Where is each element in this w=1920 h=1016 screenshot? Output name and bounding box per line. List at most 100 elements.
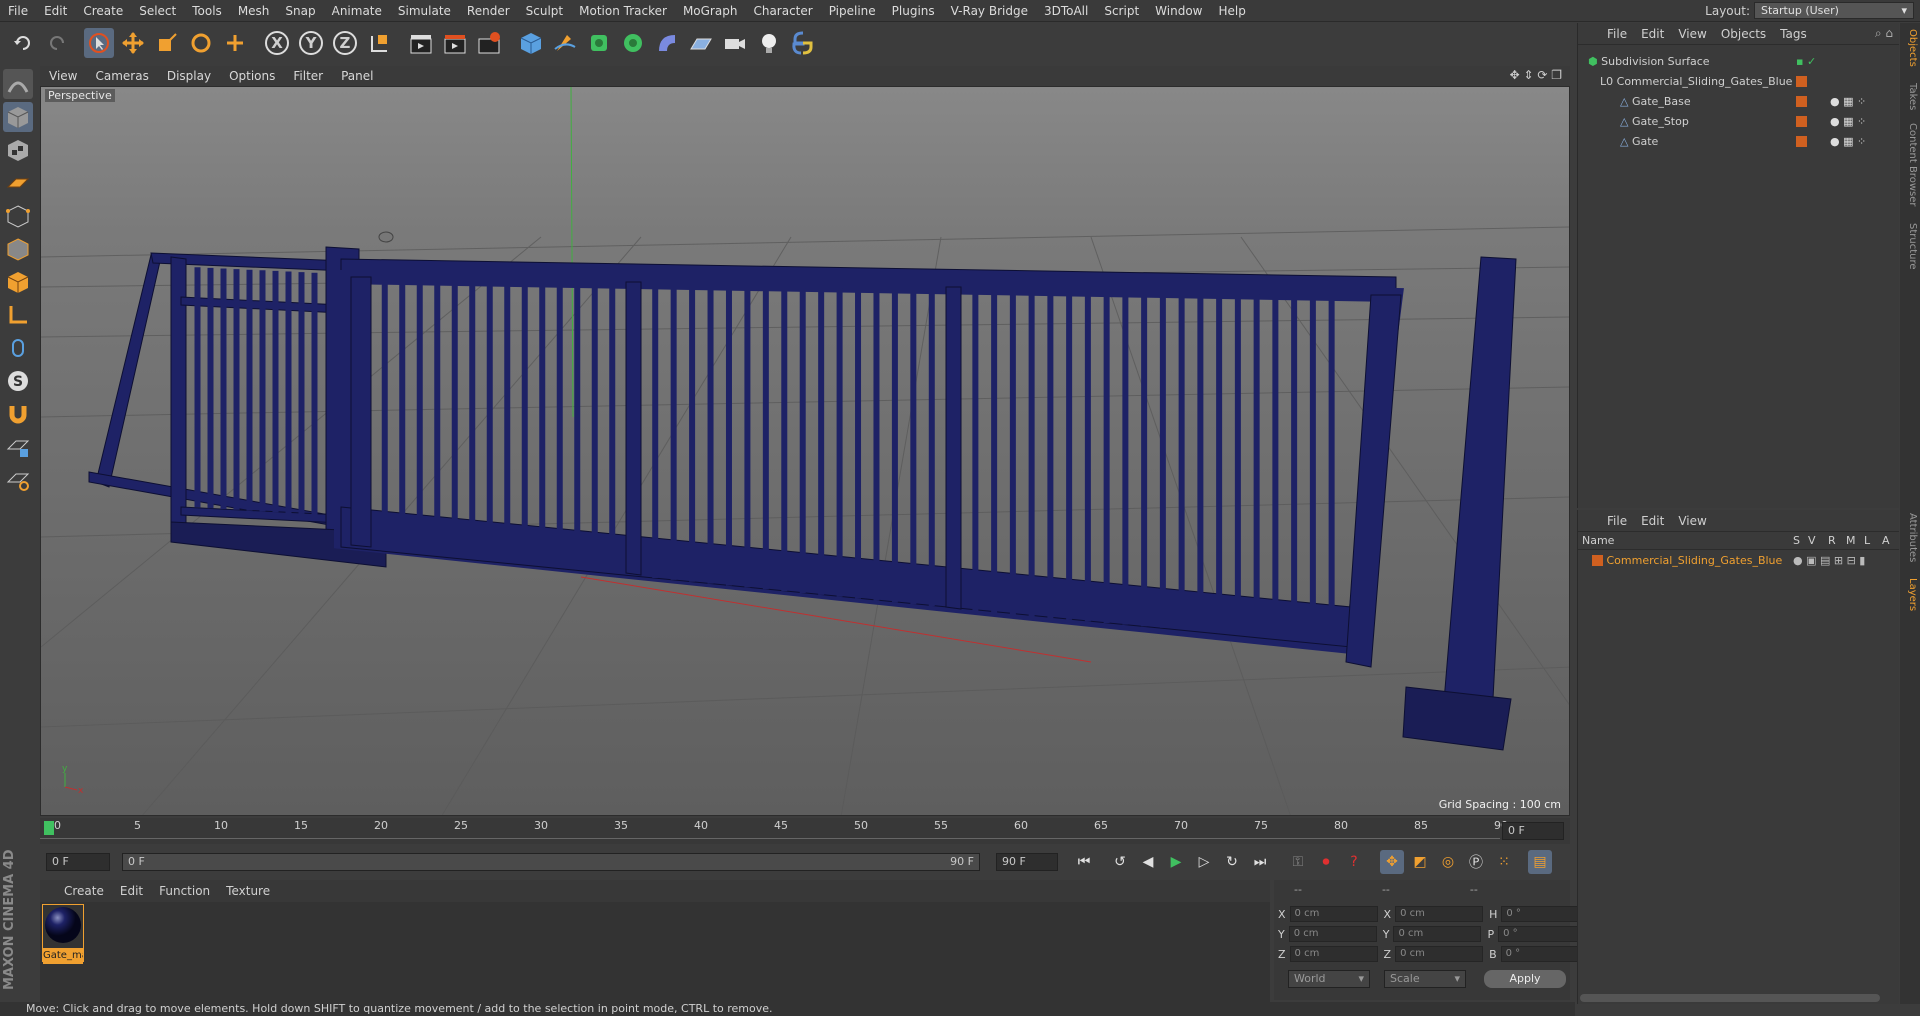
transform-mode-select[interactable]: Scale ▾ xyxy=(1384,970,1466,988)
keyframe-selection-button[interactable]: ⚿ xyxy=(1286,850,1310,874)
material-menu-function[interactable]: Function xyxy=(151,884,218,898)
cube-primitive-button[interactable] xyxy=(516,28,546,58)
viewport-menu-filter[interactable]: Filter xyxy=(284,69,332,83)
previous-key-button[interactable]: ↺ xyxy=(1108,850,1132,874)
size-y-field[interactable]: 0 cm xyxy=(1393,926,1482,942)
redo-button[interactable] xyxy=(42,28,72,58)
viewport-menu-cameras[interactable]: Cameras xyxy=(86,69,157,83)
position-x-field[interactable]: 0 cm xyxy=(1289,906,1378,922)
camera-button[interactable] xyxy=(720,28,750,58)
subdivision-button[interactable] xyxy=(584,28,614,58)
objects-menu-objects[interactable]: Objects xyxy=(1714,27,1773,41)
frame-range-slider[interactable]: 0 F 90 F xyxy=(122,853,980,871)
viewport-menu-panel[interactable]: Panel xyxy=(332,69,382,83)
layer-color-swatch[interactable] xyxy=(1796,95,1807,107)
cloner-button[interactable] xyxy=(618,28,648,58)
material-menu-edit[interactable]: Edit xyxy=(112,884,151,898)
layer-color-swatch[interactable] xyxy=(1796,115,1807,127)
object-row-gate-stop[interactable]: △ Gate_Stop ● ▦ ⁘ xyxy=(1578,111,1900,131)
planar-workplane-button[interactable] xyxy=(3,465,33,495)
objects-menu-tags[interactable]: Tags xyxy=(1773,27,1814,41)
tab-layers[interactable]: Layers xyxy=(1902,578,1918,611)
key-scale-button[interactable]: ◩ xyxy=(1408,850,1432,874)
menu-tools[interactable]: Tools xyxy=(184,0,230,22)
viewport-nav-icons[interactable]: ✥ ⇕ ⟳ ❐ xyxy=(1510,68,1562,82)
tab-objects[interactable]: Objects xyxy=(1902,29,1918,67)
tab-content-browser[interactable]: Content Browser xyxy=(1902,123,1918,206)
viewport-menu-view[interactable]: View xyxy=(40,69,86,83)
scale-tool-button[interactable] xyxy=(152,28,182,58)
viewport-menu-options[interactable]: Options xyxy=(220,69,284,83)
tab-structure[interactable]: Structure xyxy=(1902,223,1918,270)
z-axis-lock-button[interactable]: Z xyxy=(330,28,360,58)
object-row-subdivision-surface[interactable]: ⬢ Subdivision Surface ▪ ✓ xyxy=(1578,51,1900,71)
live-selection-button[interactable] xyxy=(84,28,114,58)
layer-color-swatch[interactable] xyxy=(1592,554,1603,566)
locked-workplane-button[interactable] xyxy=(3,432,33,462)
render-picture-viewer-button[interactable] xyxy=(440,28,470,58)
texture-mode-button[interactable] xyxy=(3,135,33,165)
key-pla-button[interactable]: ⁙ xyxy=(1492,850,1516,874)
go-to-start-button[interactable]: ⏮ xyxy=(1072,850,1096,874)
points-mode-button[interactable] xyxy=(3,201,33,231)
menu-mesh[interactable]: Mesh xyxy=(230,0,278,22)
layers-menu-view[interactable]: View xyxy=(1671,514,1713,528)
layers-menu-file[interactable]: File xyxy=(1600,514,1634,528)
rotation-p-field[interactable]: 0 ° xyxy=(1498,926,1587,942)
material-tag-icon[interactable]: ● ▦ ⁘ xyxy=(1830,135,1866,148)
menu-plugins[interactable]: Plugins xyxy=(884,0,943,22)
record-button[interactable]: ⏺ xyxy=(1314,850,1338,874)
menu-create[interactable]: Create xyxy=(75,0,131,22)
deformer-button[interactable] xyxy=(652,28,682,58)
undo-button[interactable] xyxy=(8,28,38,58)
search-icon[interactable]: ⌕ ⌂ xyxy=(1875,26,1899,41)
current-frame-field[interactable]: 0 F xyxy=(1502,822,1564,840)
recent-tool-button[interactable] xyxy=(220,28,250,58)
move-tool-button[interactable] xyxy=(118,28,148,58)
viewport-menu-display[interactable]: Display xyxy=(158,69,220,83)
layout-dropdown[interactable]: Startup (User) ▾ xyxy=(1754,2,1914,19)
start-frame-field[interactable]: 0 F xyxy=(46,853,110,871)
object-row-gate-base[interactable]: △ Gate_Base ● ▦ ⁘ xyxy=(1578,91,1900,111)
x-axis-lock-button[interactable]: X xyxy=(262,28,292,58)
tab-takes[interactable]: Takes xyxy=(1902,83,1918,110)
menu-file[interactable]: File xyxy=(0,0,36,22)
position-z-field[interactable]: 0 cm xyxy=(1289,946,1378,962)
render-settings-button[interactable] xyxy=(474,28,504,58)
coordinate-system-button[interactable] xyxy=(364,28,394,58)
objects-menu-file[interactable]: File xyxy=(1600,27,1634,41)
material-menu-texture[interactable]: Texture xyxy=(218,884,278,898)
y-axis-lock-button[interactable]: Y xyxy=(296,28,326,58)
make-editable-button[interactable] xyxy=(3,69,33,99)
layer-color-swatch[interactable] xyxy=(1796,75,1807,87)
pen-spline-button[interactable] xyxy=(550,28,580,58)
solo-mode-button[interactable]: S xyxy=(3,366,33,396)
position-y-field[interactable]: 0 cm xyxy=(1288,926,1377,942)
go-to-end-button[interactable]: ⏭ xyxy=(1248,850,1272,874)
layer-row[interactable]: Commercial_Sliding_Gates_Blue ● ▣ ▤ ⊞ ⊟ … xyxy=(1578,550,1899,570)
menu-window[interactable]: Window xyxy=(1147,0,1210,22)
light-button[interactable] xyxy=(754,28,784,58)
horizontal-scrollbar[interactable] xyxy=(1580,994,1880,1002)
layers-menu-edit[interactable]: Edit xyxy=(1634,514,1671,528)
auto-key-button[interactable]: ? xyxy=(1342,850,1366,874)
axis-mode-button[interactable] xyxy=(3,300,33,330)
menu-pipeline[interactable]: Pipeline xyxy=(821,0,884,22)
menu-snap[interactable]: Snap xyxy=(277,0,323,22)
floor-button[interactable] xyxy=(686,28,716,58)
play-button[interactable]: ▶ xyxy=(1164,850,1188,874)
menu-3dtoall[interactable]: 3DToAll xyxy=(1036,0,1096,22)
edges-mode-button[interactable] xyxy=(3,234,33,264)
menu-motion-tracker[interactable]: Motion Tracker xyxy=(571,0,675,22)
material-tag-icon[interactable]: ● ▦ ⁘ xyxy=(1830,115,1866,128)
menu-vray-bridge[interactable]: V-Ray Bridge xyxy=(943,0,1036,22)
object-row-commercial-sliding-gates-blue[interactable]: L0 Commercial_Sliding_Gates_Blue xyxy=(1578,71,1900,91)
next-key-button[interactable]: ↻ xyxy=(1220,850,1244,874)
material-menu-create[interactable]: Create xyxy=(56,884,112,898)
menu-mograph[interactable]: MoGraph xyxy=(675,0,746,22)
material-swatch[interactable]: Gate_ma xyxy=(42,904,84,964)
menu-character[interactable]: Character xyxy=(745,0,820,22)
layer-flags-icons[interactable]: ● ▣ ▤ ⊞ ⊟ ▮ xyxy=(1793,554,1865,567)
tab-attributes[interactable]: Attributes xyxy=(1902,513,1918,562)
menu-edit[interactable]: Edit xyxy=(36,0,75,22)
